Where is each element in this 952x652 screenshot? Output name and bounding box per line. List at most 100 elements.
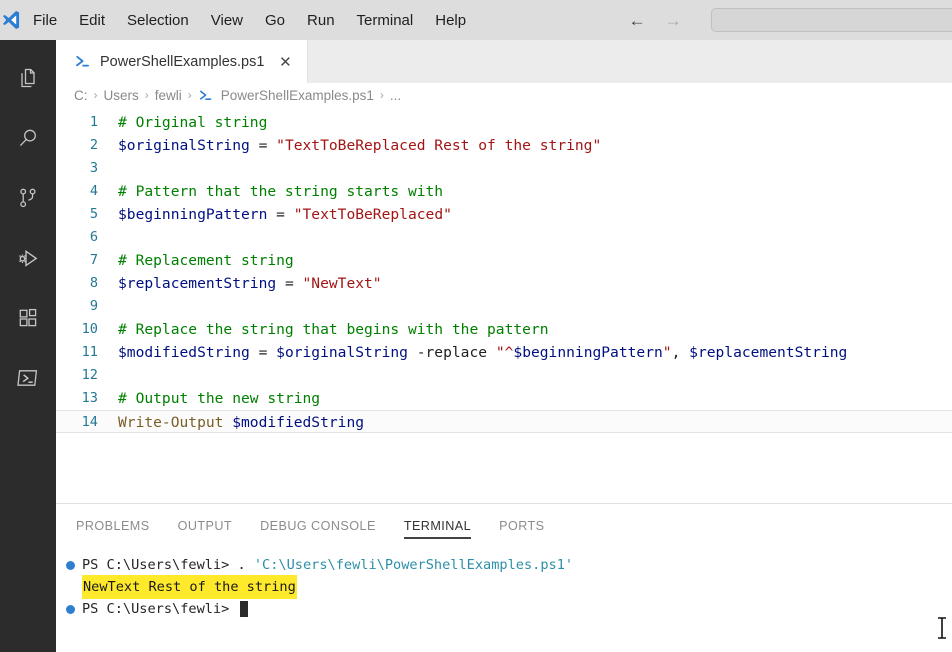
command-center-input[interactable] [711, 8, 952, 32]
menu-terminal[interactable]: Terminal [346, 8, 425, 33]
line-number: 1 [89, 114, 98, 130]
panel-tab-ports[interactable]: PORTS [499, 504, 544, 548]
code-line-text: Write-Output $modifiedString [118, 414, 364, 431]
code-token-var: $originalString [276, 344, 408, 361]
vscode-logo-icon [0, 0, 22, 40]
line-number: 12 [81, 367, 98, 383]
editor-group: PowerShellExamples.ps1 ✕ C: › Users › fe… [56, 40, 952, 503]
code-line[interactable]: 8 $replacementString = "NewText" [56, 272, 952, 295]
extensions-icon [16, 306, 40, 330]
terminal-text-path: 'C:\Users\fewli\PowerShellExamples.ps1' [253, 557, 574, 573]
terminal-icon [15, 365, 41, 391]
code-token-var: $originalString [118, 137, 250, 154]
line-number: 7 [89, 252, 98, 268]
code-token-op: = [267, 206, 294, 223]
tab-label: PowerShellExamples.ps1 [100, 53, 265, 70]
code-line-text: # Output the new string [118, 390, 320, 407]
menu-bar: File Edit Selection View Go Run Terminal… [22, 8, 477, 33]
panel-tab-terminal[interactable]: TERMINAL [403, 504, 472, 548]
breadcrumb-item-file[interactable]: PowerShellExamples.ps1 [221, 88, 374, 103]
code-token-var: $modifiedString [118, 344, 250, 361]
code-line[interactable]: 13 # Output the new string [56, 387, 952, 410]
code-line[interactable]: 9 [56, 295, 952, 318]
menu-run[interactable]: Run [296, 8, 346, 33]
code-line[interactable]: 1 # Original string [56, 111, 952, 134]
code-line[interactable]: 11 $modifiedString = $originalString -rep… [56, 341, 952, 364]
sidebar-item-search[interactable] [0, 108, 56, 168]
code-token-comment: # Original string [118, 114, 268, 131]
code-line[interactable]: 2 $originalString = "TextToBeReplaced Res… [56, 134, 952, 157]
arrow-right-icon[interactable]: → [663, 12, 683, 29]
code-token-comment: # Pattern that the string starts with [118, 183, 444, 200]
code-line[interactable]: 3 [56, 157, 952, 180]
title-bar: File Edit Selection View Go Run Terminal… [0, 0, 952, 40]
code-editor[interactable]: 1 # Original string 2 $originalString = "Te… [56, 107, 952, 503]
terminal-text-prompt: PS C:\Users\fewli> [82, 601, 238, 617]
powershell-file-icon [198, 88, 213, 103]
panel-tab-problems[interactable]: PROBLEMS [76, 504, 150, 548]
line-number: 13 [81, 390, 98, 406]
chevron-right-icon: › [187, 88, 192, 102]
line-number: 10 [81, 321, 98, 337]
sidebar-item-extensions[interactable] [0, 288, 56, 348]
search-icon [16, 126, 40, 150]
code-token-var: $replacementString [118, 275, 277, 292]
menu-file[interactable]: File [22, 8, 68, 33]
code-token-var: $beginningPattern [118, 206, 268, 223]
code-line[interactable]: 5 $beginningPattern = "TextToBeReplaced" [56, 203, 952, 226]
breadcrumb-item-users[interactable]: Users [104, 88, 139, 103]
code-token-op: = [249, 344, 277, 361]
sidebar-item-explorer[interactable] [0, 48, 56, 108]
bottom-panel: PROBLEMS OUTPUT DEBUG CONSOLE TERMINAL PORTS… [56, 503, 952, 652]
line-number: 2 [89, 137, 98, 153]
code-line-text: # Replace the string that begins with th… [118, 321, 549, 338]
line-number: 8 [89, 275, 98, 291]
breadcrumb-item-drive[interactable]: C: [74, 88, 88, 103]
code-line[interactable]: 10 # Replace the string that begins with … [56, 318, 952, 341]
code-line[interactable]: 7 # Replacement string [56, 249, 952, 272]
code-line[interactable]: 14 Write-Output $modifiedString [56, 410, 952, 433]
menu-go[interactable]: Go [254, 8, 296, 33]
arrow-left-icon[interactable]: ← [627, 12, 647, 29]
panel-tab-debug-console[interactable]: DEBUG CONSOLE [260, 504, 376, 548]
command-marker-icon [66, 604, 75, 614]
code-token-op: = [276, 275, 303, 292]
code-line[interactable]: 12 [56, 364, 952, 387]
chevron-right-icon: › [379, 88, 384, 102]
code-token-str: " [662, 344, 672, 361]
menu-help[interactable]: Help [424, 8, 477, 33]
sidebar-item-run-and-debug[interactable] [0, 228, 56, 288]
panel-tab-bar: PROBLEMS OUTPUT DEBUG CONSOLE TERMINAL PORTS [56, 504, 952, 548]
code-line-text: $beginningPattern = "TextToBeReplaced" [118, 206, 452, 223]
breadcrumb-item-more[interactable]: ... [390, 88, 401, 103]
menu-selection[interactable]: Selection [116, 8, 200, 33]
code-line[interactable]: 4 # Pattern that the string starts with [56, 180, 952, 203]
code-token-var: $replacementString [689, 344, 848, 361]
menu-view[interactable]: View [200, 8, 254, 33]
code-token-op: = [249, 137, 277, 154]
sidebar-item-source-control[interactable] [0, 168, 56, 228]
sidebar-item-powershell-terminal[interactable] [0, 348, 56, 408]
terminal-line: NewText Rest of the string [66, 575, 952, 599]
terminal-text-prompt: PS C:\Users\fewli> . [82, 557, 254, 573]
powershell-file-icon [74, 53, 91, 70]
terminal-output[interactable]: PS C:\Users\fewli> . 'C:\Users\fewli\Pow… [56, 548, 952, 620]
files-icon [16, 66, 40, 90]
code-token-cmd: Write-Output [118, 414, 224, 431]
tab-powershellexamples[interactable]: PowerShellExamples.ps1 ✕ [56, 40, 309, 83]
menu-edit[interactable]: Edit [68, 8, 116, 33]
close-icon[interactable]: ✕ [277, 53, 293, 71]
code-line-text: # Original string [118, 114, 267, 131]
terminal-line: PS C:\Users\fewli> . 'C:\Users\fewli\Pow… [66, 554, 952, 576]
panel-tab-output[interactable]: OUTPUT [178, 504, 232, 548]
code-token-str: "TextToBeReplaced Rest of the string" [276, 137, 602, 154]
line-number: 11 [81, 344, 98, 360]
code-token-var: $beginningPattern [513, 344, 663, 361]
code-token-str: "^ [495, 344, 514, 361]
line-number: 6 [89, 229, 98, 245]
terminal-cursor [239, 601, 248, 617]
breadcrumb: C: › Users › fewli › PowerShellExamples.… [56, 83, 952, 107]
source-control-icon [16, 186, 40, 210]
code-line[interactable]: 6 [56, 226, 952, 249]
breadcrumb-item-fewli[interactable]: fewli [155, 88, 182, 103]
